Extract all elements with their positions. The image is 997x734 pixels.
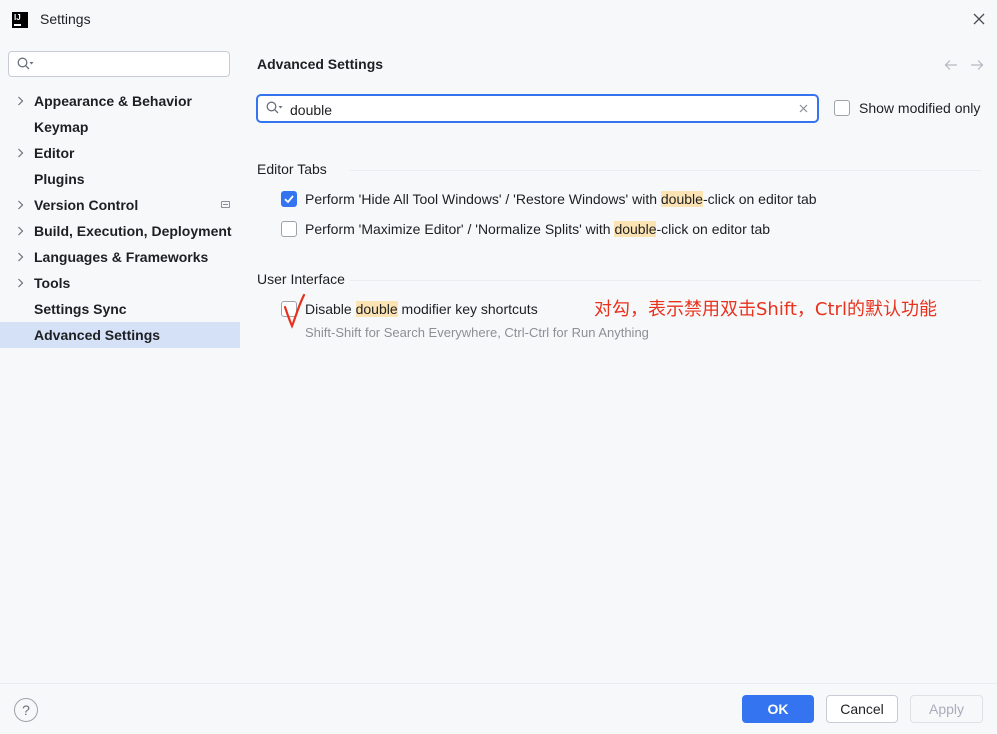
annotation-text: 对勾，表示禁用双击Shift，Ctrl的默认功能: [594, 299, 937, 320]
sidebar-search-input[interactable]: [39, 55, 223, 75]
settings-sidebar: Appearance & Behavior Keymap Editor Plugins…: [0, 40, 240, 683]
search-match-highlight: double: [355, 301, 398, 317]
sidebar-search-field[interactable]: [8, 51, 230, 77]
search-icon: [266, 101, 283, 114]
sidebar-item-tools[interactable]: Tools: [0, 270, 240, 296]
chevron-right-icon[interactable]: [16, 278, 25, 288]
dialog-footer: ? OK Cancel Apply: [0, 683, 997, 734]
sidebar-item-settings-sync[interactable]: Settings Sync: [0, 296, 240, 322]
settings-search-field[interactable]: [256, 94, 819, 123]
chevron-right-icon[interactable]: [16, 96, 25, 106]
chevron-right-icon[interactable]: [16, 252, 25, 262]
search-icon: [17, 57, 34, 70]
sidebar-item-label: Editor: [34, 145, 75, 161]
chevron-right-icon[interactable]: [16, 226, 25, 236]
back-arrow-icon[interactable]: [944, 59, 958, 71]
sidebar-item-build-execution-deployment[interactable]: Build, Execution, Deployment: [0, 218, 240, 244]
option-label: Perform 'Maximize Editor' / 'Normalize S…: [305, 221, 771, 237]
project-level-icon: [221, 201, 230, 208]
sidebar-item-label: Keymap: [34, 119, 89, 135]
sidebar-item-label: Build, Execution, Deployment: [34, 223, 232, 239]
option-label: Disable double modifier key shortcuts: [305, 301, 538, 317]
sidebar-item-editor[interactable]: Editor: [0, 140, 240, 166]
title-bar: IJ Settings: [0, 0, 997, 40]
sidebar-item-keymap[interactable]: Keymap: [0, 114, 240, 140]
app-logo-icon: IJ: [12, 12, 28, 28]
option-label: Perform 'Hide All Tool Windows' / 'Resto…: [305, 191, 817, 207]
page-title: Advanced Settings: [257, 56, 384, 72]
ok-button[interactable]: OK: [742, 695, 814, 723]
settings-tree: Appearance & Behavior Keymap Editor Plugins…: [0, 88, 240, 348]
main-panel: Advanced Settings Show modified only Edi…: [240, 40, 997, 683]
sidebar-item-label: Advanced Settings: [34, 327, 161, 343]
window-title: Settings: [40, 11, 91, 27]
sidebar-item-languages-frameworks[interactable]: Languages & Frameworks: [0, 244, 240, 270]
clear-search-icon[interactable]: [798, 103, 809, 114]
group-divider: [350, 170, 981, 171]
close-icon[interactable]: [971, 11, 987, 27]
show-modified-only-checkbox[interactable]: [834, 100, 850, 116]
option-hint: Shift-Shift for Search Everywhere, Ctrl-…: [305, 325, 649, 340]
app-logo-text: IJ: [14, 13, 21, 22]
group-title-user-interface: User Interface: [257, 271, 345, 287]
cancel-button[interactable]: Cancel: [826, 695, 898, 723]
sidebar-item-label: Plugins: [34, 171, 85, 187]
option-checkbox[interactable]: [281, 221, 297, 237]
sidebar-item-label: Languages & Frameworks: [34, 249, 209, 265]
handdrawn-check-mark-icon: [283, 293, 306, 329]
sidebar-item-advanced-settings[interactable]: Advanced Settings: [0, 322, 240, 348]
forward-arrow-icon[interactable]: [970, 59, 984, 71]
search-match-highlight: double: [614, 221, 657, 237]
sidebar-item-label: Appearance & Behavior: [34, 93, 192, 109]
checkmark-icon: [284, 195, 294, 204]
group-title-editor-tabs: Editor Tabs: [257, 161, 327, 177]
help-button[interactable]: ?: [14, 698, 38, 722]
apply-button[interactable]: Apply: [910, 695, 983, 723]
sidebar-item-plugins[interactable]: Plugins: [0, 166, 240, 192]
search-match-highlight: double: [660, 191, 703, 207]
settings-search-input[interactable]: [288, 99, 792, 120]
sidebar-item-label: Version Control: [34, 197, 139, 213]
chevron-right-icon[interactable]: [16, 200, 25, 210]
sidebar-item-label: Settings Sync: [34, 301, 127, 317]
chevron-right-icon[interactable]: [16, 148, 25, 158]
sidebar-item-version-control[interactable]: Version Control: [0, 192, 240, 218]
sidebar-item-label: Tools: [34, 275, 71, 291]
option-checkbox-checked[interactable]: [281, 191, 297, 207]
show-modified-only-label: Show modified only: [859, 100, 981, 116]
group-divider: [350, 280, 981, 281]
sidebar-item-appearance-behavior[interactable]: Appearance & Behavior: [0, 88, 240, 114]
